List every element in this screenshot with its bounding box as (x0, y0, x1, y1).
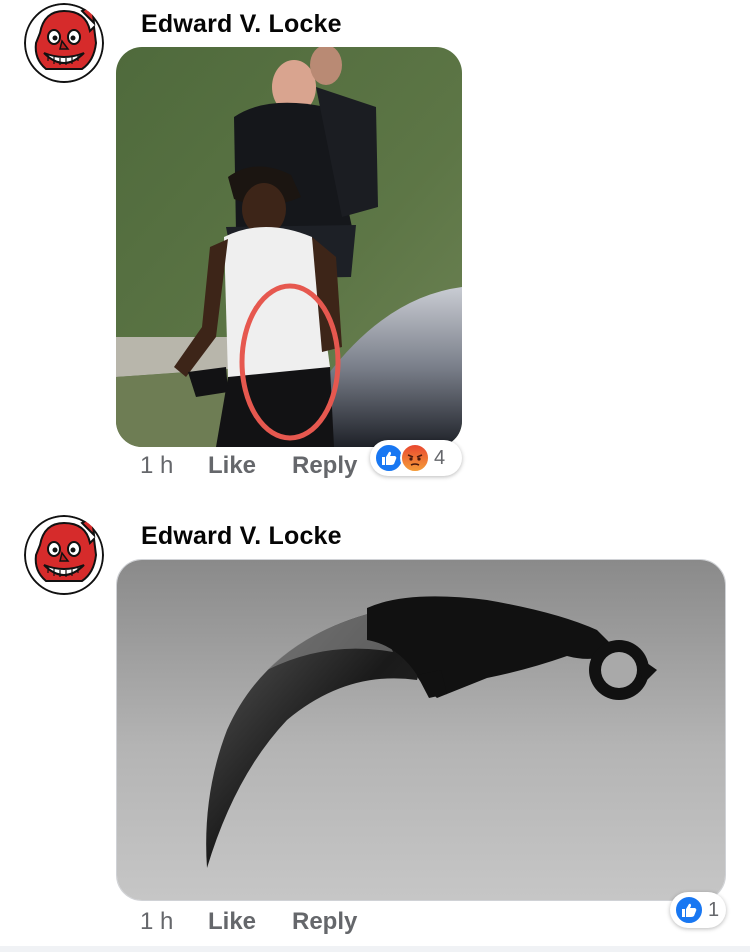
reply-button[interactable]: Reply (292, 452, 357, 480)
comment-photo[interactable] (116, 559, 726, 901)
avatar-logo-icon (24, 515, 104, 595)
reaction-summary[interactable]: 4 (370, 440, 462, 476)
divider (0, 946, 750, 952)
angry-icon (400, 443, 430, 473)
comment-timestamp[interactable]: 1 h (140, 452, 173, 480)
reply-button[interactable]: Reply (292, 908, 357, 936)
karambit-knife-image (117, 560, 725, 900)
comment-timestamp[interactable]: 1 h (140, 908, 173, 936)
reaction-summary[interactable]: 1 (670, 892, 726, 928)
like-button[interactable]: Like (208, 908, 256, 936)
reaction-count: 4 (434, 446, 446, 469)
reaction-count: 1 (708, 898, 720, 921)
avatar-logo-icon (24, 3, 104, 83)
arrest-photo-image (116, 47, 462, 447)
like-icon (674, 895, 704, 925)
avatar[interactable] (24, 515, 104, 595)
avatar[interactable] (24, 3, 104, 83)
comment-author[interactable]: Edward V. Locke (141, 522, 342, 551)
like-button[interactable]: Like (208, 452, 256, 480)
comment-photo[interactable] (116, 47, 462, 447)
comment-author[interactable]: Edward V. Locke (141, 10, 342, 39)
